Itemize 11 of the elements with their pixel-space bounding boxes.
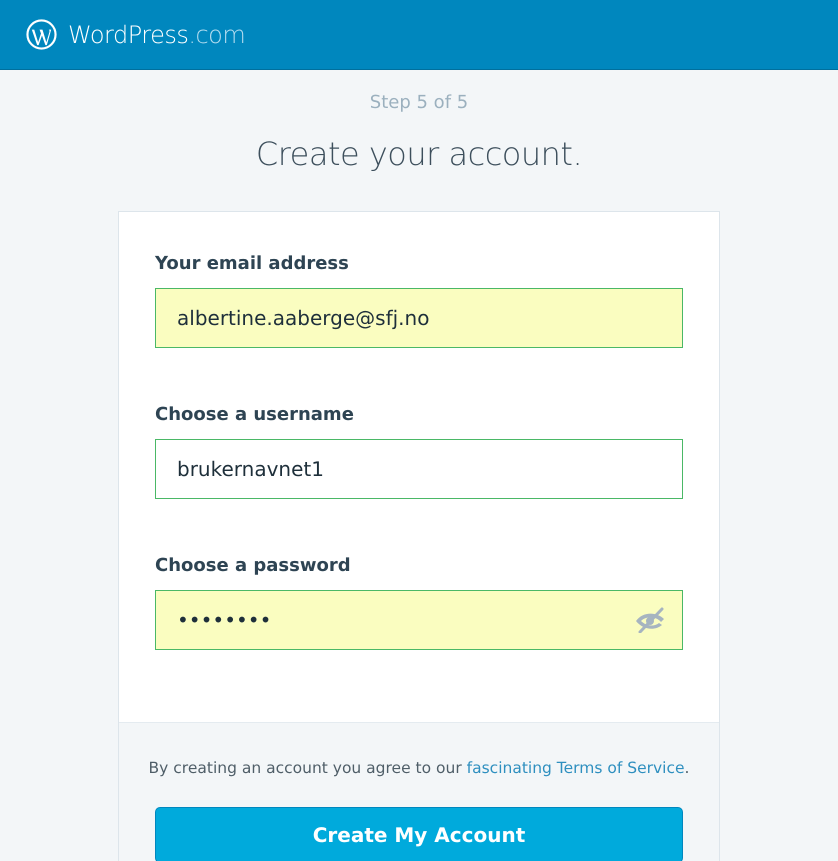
field-label: Choose a password — [155, 554, 351, 578]
terms-text: By creating an account you agree to our fascinating Terms of Service. — [148, 758, 690, 779]
password-field[interactable]: •••••••• — [155, 590, 683, 650]
wordpress-logo-icon — [26, 19, 57, 50]
field-label: Choose a username — [155, 403, 354, 427]
input-field[interactable]: brukernavnet1 — [155, 439, 683, 499]
page-title: Create your account. — [256, 134, 582, 175]
field-label: Your email address — [155, 252, 349, 276]
brand-name: WordPress.com — [68, 20, 246, 48]
step-indicator: Step 5 of 5 — [370, 91, 468, 115]
input-field[interactable]: albertine.aaberge@sfj.no — [155, 288, 683, 348]
